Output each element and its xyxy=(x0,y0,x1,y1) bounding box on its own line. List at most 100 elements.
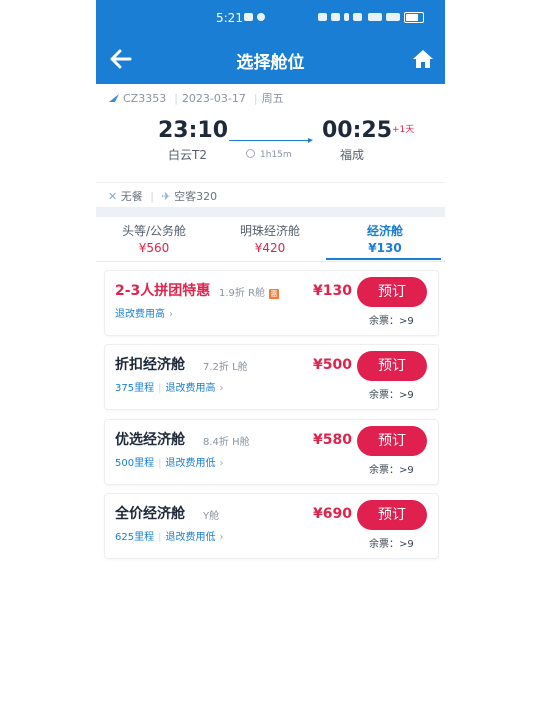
book-button[interactable]: 预订 xyxy=(357,277,427,307)
refund-policy: 退改费用高 xyxy=(115,309,165,320)
fare-name: 折扣经济舱 xyxy=(115,357,185,373)
remaining-label: 余票： xyxy=(369,316,399,327)
signal-icon xyxy=(368,13,382,21)
flight-date: 2023-03-17 xyxy=(181,92,246,105)
chevron-right-icon: › xyxy=(219,458,224,469)
home-icon[interactable] xyxy=(412,48,434,70)
mute-icon xyxy=(331,13,340,21)
vibrate-icon xyxy=(353,13,362,21)
chevron-right-icon: › xyxy=(219,532,224,543)
fare-cabin: H舱 xyxy=(232,437,250,448)
flight-duration: 1h15m xyxy=(246,149,292,160)
clock-icon xyxy=(246,149,255,158)
fare-rules[interactable]: 退改费用高 › xyxy=(115,305,173,320)
refund-policy: 退改费用低 xyxy=(165,458,216,469)
book-button[interactable]: 预订 xyxy=(357,351,427,381)
cabin-tabs: 头等/公务舱 ¥560 明珠经济舱 ¥420 经济舱 ¥130 xyxy=(96,217,445,262)
remaining-label: 余票： xyxy=(369,539,399,550)
fare-price: ¥130 xyxy=(313,283,352,299)
flight-meta: CZ3353 | 2023-03-17 | 周五 xyxy=(108,90,288,106)
meal-info: 无餐 xyxy=(120,190,143,203)
remaining-label: 余票： xyxy=(369,390,399,401)
tab-price: ¥420 xyxy=(254,241,286,255)
tab-label: 经济舱 xyxy=(366,224,403,238)
arrival-time: 00:25 xyxy=(322,118,393,143)
notification-icon xyxy=(257,13,265,21)
section-gap xyxy=(96,207,445,217)
meal-icon: ✕ xyxy=(108,190,118,203)
fare-discount-info: 8.4折 H舱 xyxy=(203,433,250,448)
fare-cabin: L舱 xyxy=(232,362,248,373)
fare-discount-info: Y舱 xyxy=(203,507,219,522)
status-bar: 5:21 xyxy=(96,0,445,38)
fare-discount: 1.9折 xyxy=(219,288,245,299)
remaining-count: >9 xyxy=(399,390,414,401)
bluetooth-icon xyxy=(344,13,349,21)
aircraft-type: 空客320 xyxy=(174,190,218,203)
fare-discount: 8.4折 xyxy=(203,437,229,448)
next-day-badge: +1天 xyxy=(392,125,415,135)
phone-screen: 5:21 选择舱位 CZ3353 | 2023-03-17 | 周五 23:10 00:… xyxy=(96,0,445,720)
fare-discount: 7.2折 xyxy=(203,362,229,373)
arrival-airport: 福成 xyxy=(340,148,365,162)
mileage: 625里程 xyxy=(115,532,155,543)
signal-icon-2 xyxy=(386,13,400,21)
fare-rules[interactable]: 375里程 | 退改费用高 › xyxy=(115,379,223,394)
tab-label: 明珠经济舱 xyxy=(239,224,300,238)
refund-policy: 退改费用低 xyxy=(165,532,216,543)
mileage: 500里程 xyxy=(115,458,155,469)
remaining-count: >9 xyxy=(399,465,414,476)
fare-name: 全价经济舱 xyxy=(115,506,185,522)
tab-label: 头等/公务舱 xyxy=(121,224,187,238)
chevron-right-icon: › xyxy=(169,309,173,320)
flight-weekday: 周五 xyxy=(261,92,284,105)
remaining-seats: 余票：>9 xyxy=(369,386,414,401)
battery-icon xyxy=(404,12,424,23)
departure-airport: 白云T2 xyxy=(168,148,207,162)
book-button[interactable]: 预订 xyxy=(357,500,427,530)
remaining-seats: 余票：>9 xyxy=(369,312,414,327)
fare-card[interactable]: 折扣经济舱 7.2折 L舱 375里程 | 退改费用高 › ¥500 预订 余票：>9 xyxy=(104,344,439,410)
fare-price: ¥580 xyxy=(313,432,352,448)
plane-icon: ✈ xyxy=(161,190,171,203)
fare-card[interactable]: 优选经济舱 8.4折 H舱 500里程 | 退改费用低 › ¥580 预订 余票：>9 xyxy=(104,419,439,485)
fare-discount-info: 1.9折 R舱惠 xyxy=(219,284,280,299)
fare-price: ¥690 xyxy=(313,506,352,522)
remaining-label: 余票： xyxy=(369,465,399,476)
route-arrow xyxy=(229,138,313,143)
remaining-count: >9 xyxy=(399,539,414,550)
tab-price: ¥560 xyxy=(138,241,170,255)
departure-time: 23:10 xyxy=(158,118,229,143)
fare-name: 优选经济舱 xyxy=(115,432,185,448)
fare-card[interactable]: 全价经济舱 Y舱 625里程 | 退改费用低 › ¥690 预订 余票：>9 xyxy=(104,493,439,559)
divider xyxy=(96,182,445,183)
book-button[interactable]: 预订 xyxy=(357,426,427,456)
remaining-count: >9 xyxy=(399,316,414,327)
fare-cabin: R舱 xyxy=(248,288,266,299)
status-time: 5:21 xyxy=(216,11,243,25)
tab-economy[interactable]: 经济舱 ¥130 xyxy=(327,222,443,255)
fare-name: 2-3人拼团特惠 xyxy=(115,283,211,299)
remaining-seats: 余票：>9 xyxy=(369,461,414,476)
mileage: 375里程 xyxy=(115,383,155,394)
tab-pearl-economy[interactable]: 明珠经济舱 ¥420 xyxy=(212,222,328,255)
fare-discount-info: 7.2折 L舱 xyxy=(203,358,248,373)
remaining-seats: 余票：>9 xyxy=(369,535,414,550)
refund-policy: 退改费用高 xyxy=(165,383,216,394)
fare-rules[interactable]: 500里程 | 退改费用低 › xyxy=(115,454,223,469)
tab-price: ¥130 xyxy=(368,241,402,255)
active-tab-indicator xyxy=(326,258,441,260)
fare-card[interactable]: 2-3人拼团特惠 1.9折 R舱惠 退改费用高 › ¥130 预订 余票：>9 xyxy=(104,270,439,336)
flight-tags: ✕ 无餐 | ✈ 空客320 xyxy=(108,190,218,203)
flight-summary: CZ3353 | 2023-03-17 | 周五 23:10 00:25 +1天 白云T… xyxy=(96,84,445,184)
fare-cabin: Y舱 xyxy=(203,511,220,522)
chevron-right-icon: › xyxy=(219,383,224,394)
fare-rules[interactable]: 625里程 | 退改费用低 › xyxy=(115,528,223,543)
duration-text: 1h15m xyxy=(260,150,292,160)
top-nav: 选择舱位 xyxy=(96,38,445,84)
fare-price: ¥500 xyxy=(313,357,352,373)
tab-first-business[interactable]: 头等/公务舱 ¥560 xyxy=(96,222,212,255)
flight-number: CZ3353 xyxy=(123,92,167,105)
nfc-icon xyxy=(318,13,327,21)
page-title: 选择舱位 xyxy=(236,53,305,73)
